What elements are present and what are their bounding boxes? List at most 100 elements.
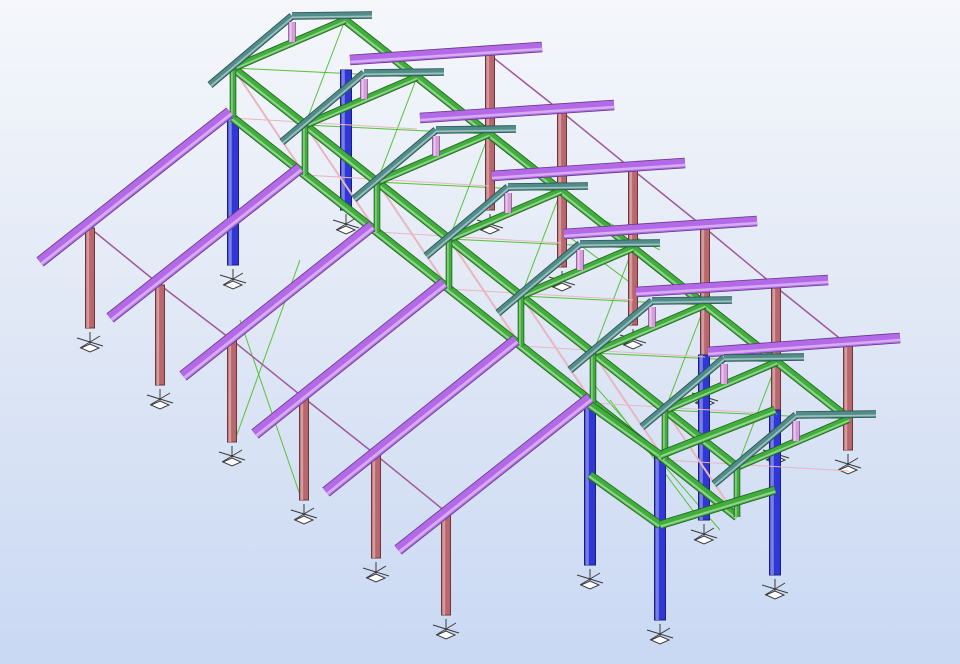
support <box>219 269 247 290</box>
column-red <box>227 339 237 443</box>
vertical-post <box>733 467 741 517</box>
column-red-flange <box>156 285 160 385</box>
support <box>76 332 104 353</box>
king-post <box>720 364 728 384</box>
rafter-left-body <box>179 222 376 380</box>
truss-rafter <box>435 125 517 134</box>
column-blue-flange <box>655 455 659 620</box>
eave-tie <box>775 286 849 346</box>
end-frame-beam-body <box>587 402 663 458</box>
bottom-chord-left-body <box>518 343 596 406</box>
column-blue-flange <box>585 405 589 565</box>
truss-rafter-highlight <box>580 243 661 247</box>
steel-structure-model[interactable] <box>0 0 960 664</box>
column-red-flange <box>372 455 376 558</box>
king-post <box>504 193 512 213</box>
truss-rafter-highlight <box>796 414 877 418</box>
supports-layer <box>76 214 862 645</box>
top-chord-left <box>446 235 524 300</box>
king-post <box>288 22 296 42</box>
truss-rafter-highlight <box>292 15 373 19</box>
rafter-left-body <box>322 336 520 496</box>
king-post <box>792 421 800 441</box>
vertical-post <box>589 353 597 403</box>
rafter-right-body <box>635 275 829 297</box>
support <box>432 619 460 640</box>
end-frame-beam-highlight <box>588 405 660 458</box>
truss-rafter-highlight <box>508 186 589 190</box>
column-blue <box>584 404 596 566</box>
rafter-left-highlight <box>110 168 303 321</box>
truss-rafter-highlight <box>364 72 445 76</box>
rafter-left <box>394 393 594 555</box>
truss-rafter <box>291 11 373 20</box>
column-blue-flange <box>228 118 232 265</box>
3d-model-viewport[interactable] <box>0 0 960 664</box>
truss-rafter <box>507 182 589 191</box>
top-chord-left-highlight <box>375 182 449 241</box>
end-frame-beam-highlight <box>588 475 660 528</box>
eave-tie <box>561 111 634 171</box>
top-chord-left <box>590 349 668 414</box>
bottom-chord-left <box>518 342 596 407</box>
king-post <box>432 136 440 156</box>
truss-rafter <box>723 353 805 362</box>
support <box>646 624 674 645</box>
rafter-left <box>322 335 520 497</box>
truss-rafter <box>795 410 877 419</box>
king-post <box>576 250 584 270</box>
end-frame-beam <box>658 485 777 530</box>
support <box>290 504 318 525</box>
top-chord-left-body <box>374 179 452 242</box>
top-chord-left-body <box>446 236 524 299</box>
rafter-left-highlight <box>398 398 593 553</box>
vertical-post <box>373 182 381 232</box>
support <box>761 579 789 600</box>
top-chord-left-highlight <box>231 68 305 127</box>
column-red-flange <box>228 340 232 442</box>
top-chord-left <box>230 64 308 129</box>
support <box>576 569 604 590</box>
end-frame-beam <box>587 401 663 459</box>
eave-tie <box>375 454 447 513</box>
top-chord-left <box>374 178 452 243</box>
top-chord-left-highlight <box>591 353 665 412</box>
truss-rafter <box>579 239 661 248</box>
rafter-right <box>563 215 758 240</box>
eave-tie <box>632 169 706 229</box>
support <box>690 524 718 545</box>
top-chord-left-body <box>230 65 308 128</box>
rafter-right <box>635 274 829 298</box>
top-chord-left <box>518 292 596 357</box>
column-red-flange <box>442 512 446 615</box>
rafter-left-body <box>394 394 594 554</box>
rafter-right <box>491 157 686 182</box>
top-chord-right-body <box>414 74 492 137</box>
support <box>362 562 390 583</box>
top-chord-right-body <box>774 359 852 422</box>
truss-rafter-highlight <box>436 129 517 133</box>
top-chord-right-body <box>486 131 564 194</box>
eave-tie <box>303 397 377 456</box>
truss-rafter-highlight <box>652 300 733 304</box>
top-chord-left-highlight <box>447 239 521 298</box>
king-post <box>360 79 368 99</box>
column-red <box>371 454 381 559</box>
column-red <box>843 344 853 451</box>
column-blue <box>654 454 666 621</box>
eave-tie <box>89 227 161 286</box>
top-chord-right-body <box>342 17 420 80</box>
column-red <box>299 397 309 501</box>
top-chord-left-highlight <box>519 296 593 355</box>
rafter-right <box>707 332 901 358</box>
column-red-flange <box>300 398 304 500</box>
vertical-post <box>445 239 453 289</box>
eave-tie <box>704 227 777 288</box>
vertical-post <box>229 68 237 118</box>
eave-tie <box>489 54 563 113</box>
support <box>218 446 246 467</box>
end-frame-beam <box>587 471 663 529</box>
vertical-post <box>301 125 309 175</box>
top-chord-left-body <box>590 350 668 413</box>
column-red-flange <box>86 228 90 328</box>
